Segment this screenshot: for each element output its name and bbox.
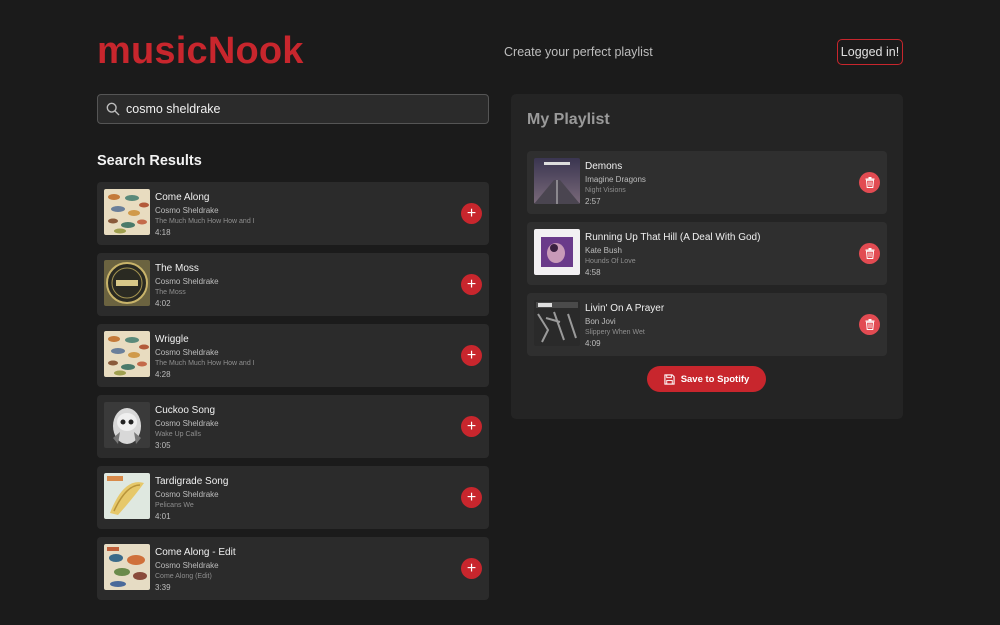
plus-icon: + — [466, 488, 477, 506]
album-art — [104, 402, 150, 448]
track-title: The Moss — [155, 263, 199, 274]
track-info: Demons Imagine Dragons Night Visions 2:5… — [585, 160, 646, 207]
track-duration: 3:05 — [155, 441, 171, 450]
track-album: The Moss — [155, 289, 186, 296]
plus-icon: + — [466, 275, 477, 293]
add-track-button[interactable]: + — [461, 558, 482, 579]
album-art — [104, 473, 150, 519]
save-button-label: Save to Spotify — [680, 373, 750, 385]
playlist-list: Demons Imagine Dragons Night Visions 2:5… — [527, 151, 887, 364]
playlist-track-card: Livin' On A Prayer Bon Jovi Slippery Whe… — [527, 293, 887, 356]
plus-icon: + — [466, 204, 477, 222]
plus-icon: + — [466, 417, 477, 435]
track-album: Hounds Of Love — [585, 258, 636, 265]
track-info: Livin' On A Prayer Bon Jovi Slippery Whe… — [585, 302, 664, 349]
track-title: Cuckoo Song — [155, 405, 216, 416]
playlist-panel: My Playlist Demons Imagine Dragons Night… — [511, 94, 903, 419]
album-art — [104, 189, 150, 235]
track-title: Demons — [585, 161, 623, 172]
track-info: The Moss Cosmo Sheldrake The Moss 4:02 — [155, 262, 219, 309]
result-card: The Moss Cosmo Sheldrake The Moss 4:02 + — [97, 253, 489, 316]
playlist-heading: My Playlist — [527, 111, 610, 128]
track-title: Livin' On A Prayer — [585, 303, 665, 314]
trash-icon — [865, 248, 874, 259]
trash-icon — [865, 177, 874, 188]
remove-track-button[interactable] — [859, 314, 880, 335]
app-logo: musicNook — [97, 30, 304, 72]
track-info: Tardigrade Song Cosmo Sheldrake Pelicans… — [155, 475, 228, 522]
add-track-button[interactable]: + — [461, 345, 482, 366]
track-info: Running Up That Hill (A Deal With God) K… — [585, 231, 760, 278]
search-bar — [97, 94, 489, 124]
track-artist: Cosmo Sheldrake — [155, 490, 219, 499]
track-artist: Imagine Dragons — [585, 175, 646, 184]
track-title: Wriggle — [155, 334, 189, 345]
track-album: Come Along (Edit) — [155, 573, 212, 580]
album-art — [534, 300, 580, 346]
album-art — [104, 331, 150, 377]
playlist-track-card: Demons Imagine Dragons Night Visions 2:5… — [527, 151, 887, 214]
track-duration: 4:09 — [585, 339, 601, 348]
track-duration: 4:02 — [155, 299, 171, 308]
result-card: Come Along Cosmo Sheldrake The Much Much… — [97, 182, 489, 245]
floppy-disk-icon — [664, 373, 675, 385]
search-input[interactable] — [126, 102, 466, 116]
plus-icon: + — [466, 559, 477, 577]
add-track-button[interactable]: + — [461, 487, 482, 508]
remove-track-button[interactable] — [859, 243, 880, 264]
track-title: Tardigrade Song — [155, 476, 229, 487]
add-track-button[interactable]: + — [461, 416, 482, 437]
add-track-button[interactable]: + — [461, 203, 482, 224]
track-duration: 4:58 — [585, 268, 601, 277]
track-info: Cuckoo Song Cosmo Sheldrake Wake Up Call… — [155, 404, 219, 451]
result-card: Wriggle Cosmo Sheldrake The Much Much Ho… — [97, 324, 489, 387]
result-card: Cuckoo Song Cosmo Sheldrake Wake Up Call… — [97, 395, 489, 458]
album-art — [534, 229, 580, 275]
track-duration: 4:28 — [155, 370, 171, 379]
login-status-button[interactable]: Logged in! — [837, 39, 903, 65]
album-art — [534, 158, 580, 204]
track-album: The Much Much How How and I — [155, 360, 255, 367]
search-results-list: Come Along Cosmo Sheldrake The Much Much… — [97, 182, 489, 608]
tagline: Create your perfect playlist — [504, 45, 653, 59]
track-info: Come Along Cosmo Sheldrake The Much Much… — [155, 191, 255, 238]
track-duration: 4:18 — [155, 228, 171, 237]
track-album: Pelicans We — [155, 502, 194, 509]
track-duration: 2:57 — [585, 197, 601, 206]
track-album: Night Visions — [585, 187, 626, 194]
result-card: Tardigrade Song Cosmo Sheldrake Pelicans… — [97, 466, 489, 529]
album-art — [104, 544, 150, 590]
trash-icon — [865, 319, 874, 330]
search-results-heading: Search Results — [97, 153, 202, 169]
track-artist: Kate Bush — [585, 246, 622, 255]
track-artist: Cosmo Sheldrake — [155, 419, 219, 428]
track-artist: Bon Jovi — [585, 317, 616, 326]
track-album: The Much Much How How and I — [155, 218, 255, 225]
track-duration: 4:01 — [155, 512, 171, 521]
album-art — [104, 260, 150, 306]
track-artist: Cosmo Sheldrake — [155, 561, 219, 570]
plus-icon: + — [466, 346, 477, 364]
playlist-track-card: Running Up That Hill (A Deal With God) K… — [527, 222, 887, 285]
track-duration: 3:39 — [155, 583, 171, 592]
add-track-button[interactable]: + — [461, 274, 482, 295]
track-title: Come Along — [155, 192, 210, 203]
track-title: Come Along - Edit — [155, 547, 236, 558]
result-card: Come Along - Edit Cosmo Sheldrake Come A… — [97, 537, 489, 600]
track-title: Running Up That Hill (A Deal With God) — [585, 232, 761, 243]
track-info: Wriggle Cosmo Sheldrake The Much Much Ho… — [155, 333, 255, 380]
remove-track-button[interactable] — [859, 172, 880, 193]
search-icon — [106, 102, 120, 116]
track-info: Come Along - Edit Cosmo Sheldrake Come A… — [155, 546, 236, 593]
track-artist: Cosmo Sheldrake — [155, 206, 219, 215]
save-to-spotify-button[interactable]: Save to Spotify — [647, 366, 766, 392]
track-artist: Cosmo Sheldrake — [155, 277, 219, 286]
track-album: Wake Up Calls — [155, 431, 202, 438]
track-album: Slippery When Wet — [585, 329, 645, 336]
track-artist: Cosmo Sheldrake — [155, 348, 219, 357]
